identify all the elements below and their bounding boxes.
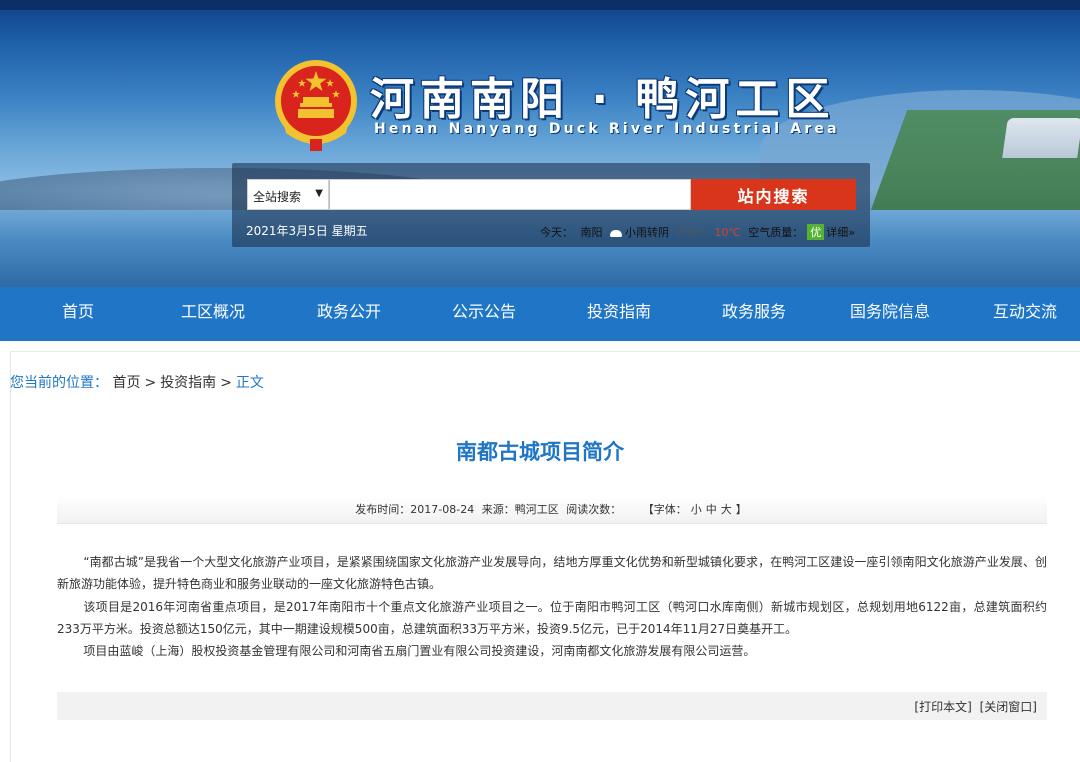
breadcrumb: 您当前的位置： 首页 > 投资指南 > 正文 (10, 372, 264, 392)
weather-condition: 小雨转阴 (625, 226, 669, 239)
article-title: 南都古城项目简介 (456, 440, 624, 464)
weather-label: 今天： (540, 226, 573, 239)
weather-city: 南阳 (580, 226, 603, 239)
weather-temp: 2℃～ (676, 226, 707, 239)
weather-temp-high: 10℃ (714, 226, 741, 239)
cloud-icon (610, 229, 622, 237)
breadcrumb-home[interactable]: 首页 (112, 375, 140, 391)
breadcrumb-separator: > (144, 375, 157, 391)
font-label: 【字体： (642, 503, 687, 516)
main-nav: 首页 工区概况 政务公开 公示公告 投资指南 政务服务 国务院信息 互动交流 (0, 287, 1080, 341)
read-count: 阅读次数： (566, 503, 622, 516)
print-article-link[interactable]: [打印本文] (914, 700, 971, 714)
nav-item-gov-service[interactable]: 政务服务 (711, 287, 797, 341)
publish-time: 发布时间：2017-08-24 (355, 503, 475, 516)
font-large-button[interactable]: 大 (721, 503, 732, 516)
current-date: 2021年3月5日 星期五 (246, 224, 368, 238)
font-small-button[interactable]: 小 (691, 503, 702, 516)
article-source: 来源：鸭河工区 (481, 503, 559, 516)
aqi-label: 空气质量： (748, 226, 804, 239)
article-footer-bar: [打印本文] [关闭窗口] (57, 692, 1047, 720)
article-paragraph: “南都古城”是我省一个大型文化旅游产业项目，是紧紧围绕国家文化旅游产业发展导向，… (57, 555, 1047, 592)
nav-item-gov-open[interactable]: 政务公开 (306, 287, 392, 341)
nav-item-investment[interactable]: 投资指南 (576, 287, 662, 341)
nav-item-announcements[interactable]: 公示公告 (441, 287, 527, 341)
search-scope-value: 全站搜索 (253, 190, 302, 204)
search-scope-select[interactable]: 全站搜索 ▼ (247, 179, 329, 210)
article-meta-bar: 发布时间：2017-08-24 来源：鸭河工区 阅读次数： 【字体： 小中大】 (57, 496, 1047, 524)
font-size-control: 【字体： 小中大】 (641, 503, 749, 516)
site-title: 河南南阳 · 鸭河工区 (370, 74, 836, 125)
weather-widget: 今天： 南阳 小雨转阴 2℃～ 10℃ 空气质量：优详细» (540, 224, 859, 240)
article-paragraph: 项目由蓝峻（上海）股权投资基金管理有限公司和河南省五扇门置业有限公司投资建设，河… (83, 644, 756, 659)
breadcrumb-investment[interactable]: 投资指南 (160, 375, 216, 391)
site-search-button[interactable]: 站内搜索 (691, 179, 856, 210)
nav-item-state-council[interactable]: 国务院信息 (840, 287, 940, 341)
font-medium-button[interactable]: 中 (706, 503, 717, 516)
site-subtitle: Henan Nanyang Duck River Industrial Area (374, 121, 840, 137)
nav-item-home[interactable]: 首页 (40, 287, 116, 341)
caret-down-icon: ▼ (315, 188, 323, 199)
article-body: “南都古城”是我省一个大型文化旅游产业项目，是紧紧围绕国家文化旅游产业发展导向，… (57, 551, 1047, 662)
breadcrumb-current: 正文 (235, 375, 264, 391)
breadcrumb-label: 您当前的位置： (10, 375, 108, 391)
article-paragraph: 该项目是2016年河南省重点项目，是2017年南阳市十个重点文化旅游产业项目之一… (57, 599, 1047, 636)
breadcrumb-separator: > (220, 375, 232, 391)
banner-top-strip (0, 0, 1080, 10)
national-emblem-icon (275, 60, 357, 151)
nav-item-interaction[interactable]: 互动交流 (982, 287, 1068, 341)
banner-building (1002, 118, 1080, 158)
weather-detail-link[interactable]: 详细» (826, 226, 855, 239)
font-label-end: 】 (735, 503, 747, 516)
close-window-link[interactable]: [关闭窗口] (980, 700, 1037, 714)
search-input[interactable] (329, 179, 691, 210)
aqi-badge: 优 (807, 224, 825, 240)
nav-item-overview[interactable]: 工区概况 (170, 287, 256, 341)
